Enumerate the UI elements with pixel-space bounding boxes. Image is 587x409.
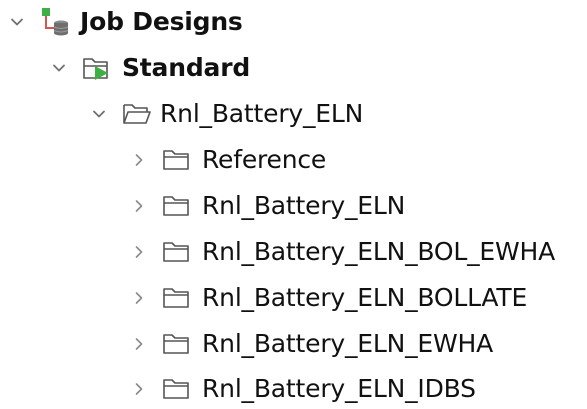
tree-node-label: Rnl_Battery_ELN_IDBS <box>202 374 476 403</box>
tree-node-label: Rnl_Battery_ELN_BOLLATE <box>202 283 528 312</box>
tree-node-rnl-battery-eln-bol-ewha[interactable]: Rnl_Battery_ELN_BOL_EWHA <box>128 232 555 272</box>
folder-icon <box>162 148 190 172</box>
chevron-right-icon[interactable] <box>128 241 150 263</box>
tree-node-rnl-battery-eln-idbs[interactable]: Rnl_Battery_ELN_IDBS <box>128 369 476 409</box>
folder-open-icon <box>122 101 152 127</box>
tree-node-rnl-battery-eln-sub[interactable]: Rnl_Battery_ELN <box>128 186 405 226</box>
folder-icon <box>162 332 190 356</box>
tree-node-label: Rnl_Battery_ELN <box>160 99 364 128</box>
folder-icon <box>162 240 190 264</box>
chevron-right-icon[interactable] <box>128 287 150 309</box>
tree-node-reference[interactable]: Reference <box>128 140 326 180</box>
standard-folder-icon <box>82 54 114 82</box>
tree-node-rnl-battery-eln-ewha[interactable]: Rnl_Battery_ELN_EWHA <box>128 324 493 364</box>
tree-node-job-designs[interactable]: Job Designs <box>6 2 243 42</box>
repository-tree: Job Designs Standard Rnl_Battery_ELN Ref… <box>0 0 587 408</box>
tree-node-rnl-battery-eln[interactable]: Rnl_Battery_ELN <box>88 94 363 134</box>
chevron-down-icon[interactable] <box>48 57 70 79</box>
chevron-right-icon[interactable] <box>128 378 150 400</box>
folder-icon <box>162 286 190 310</box>
tree-node-rnl-battery-eln-bollate[interactable]: Rnl_Battery_ELN_BOLLATE <box>128 278 527 318</box>
tree-node-label: Reference <box>202 145 327 174</box>
chevron-right-icon[interactable] <box>128 149 150 171</box>
tree-node-label: Rnl_Battery_ELN_BOL_EWHA <box>202 237 556 266</box>
tree-node-label: Standard <box>122 53 251 82</box>
chevron-down-icon[interactable] <box>6 11 28 33</box>
job-designs-icon <box>40 6 70 38</box>
folder-icon <box>162 377 190 401</box>
folder-icon <box>162 194 190 218</box>
tree-node-label: Rnl_Battery_ELN <box>202 191 406 220</box>
tree-node-standard[interactable]: Standard <box>48 48 250 88</box>
chevron-right-icon[interactable] <box>128 195 150 217</box>
tree-node-label: Job Designs <box>80 7 243 36</box>
chevron-right-icon[interactable] <box>128 333 150 355</box>
chevron-down-icon[interactable] <box>88 103 110 125</box>
tree-node-label: Rnl_Battery_ELN_EWHA <box>202 329 494 358</box>
